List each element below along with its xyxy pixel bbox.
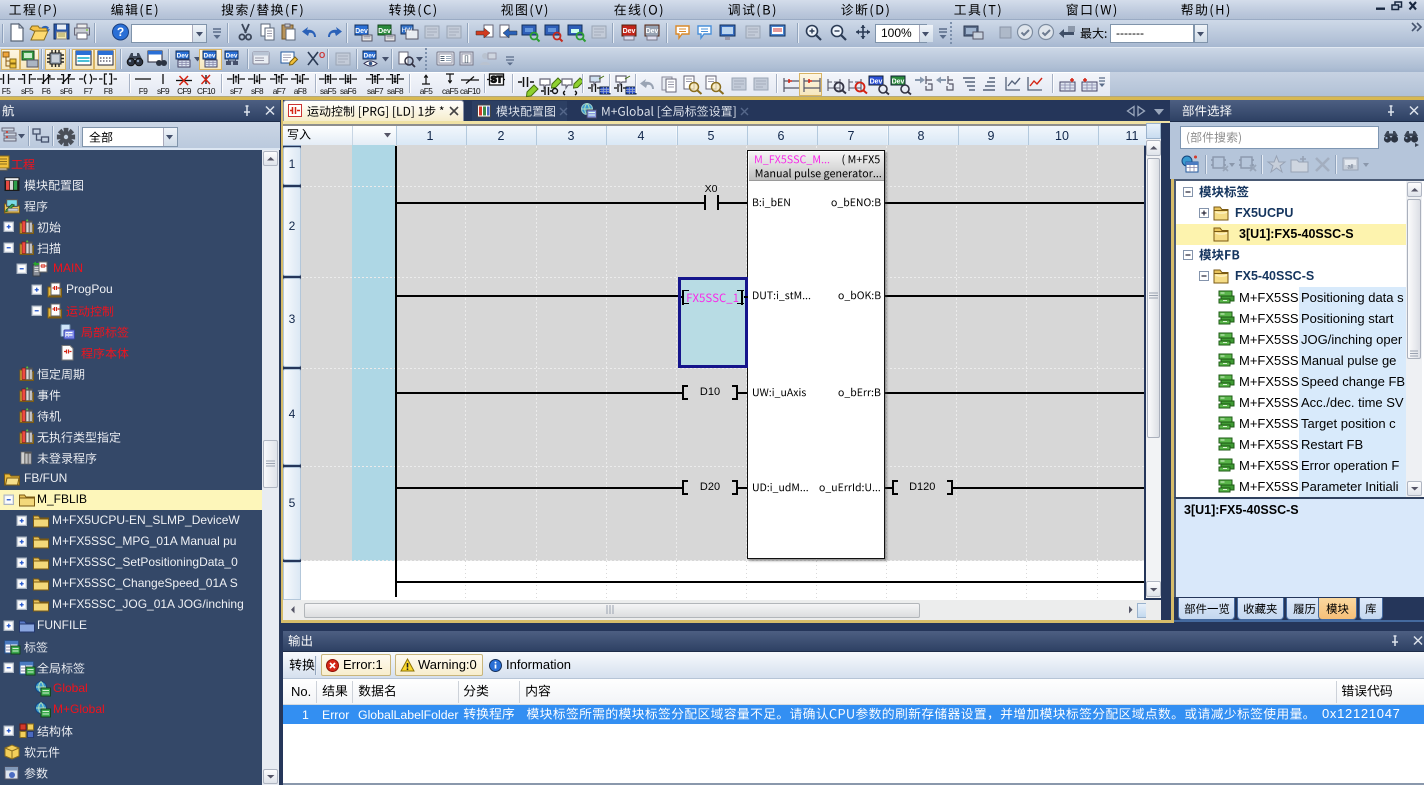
- svg-text:Dev: Dev: [892, 79, 905, 86]
- svg-text:Dev: Dev: [378, 28, 391, 35]
- svg-text:?: ?: [117, 25, 124, 39]
- svg-text:HW: HW: [402, 27, 414, 34]
- svg-text:Dev: Dev: [355, 28, 368, 35]
- svg-text:all: all: [1347, 165, 1353, 171]
- svg-text:Dev: Dev: [204, 53, 216, 60]
- svg-text:Dev: Dev: [226, 53, 238, 60]
- svg-text:[]: []: [464, 55, 468, 64]
- svg-text:Dev: Dev: [177, 53, 189, 60]
- svg-text:Dev: Dev: [364, 53, 376, 60]
- svg-text:ST: ST: [491, 75, 503, 85]
- svg-text:Dev: Dev: [623, 28, 636, 35]
- svg-text:Dev: Dev: [870, 79, 883, 86]
- svg-text:O: O: [319, 51, 325, 60]
- svg-text:Dev: Dev: [646, 28, 659, 35]
